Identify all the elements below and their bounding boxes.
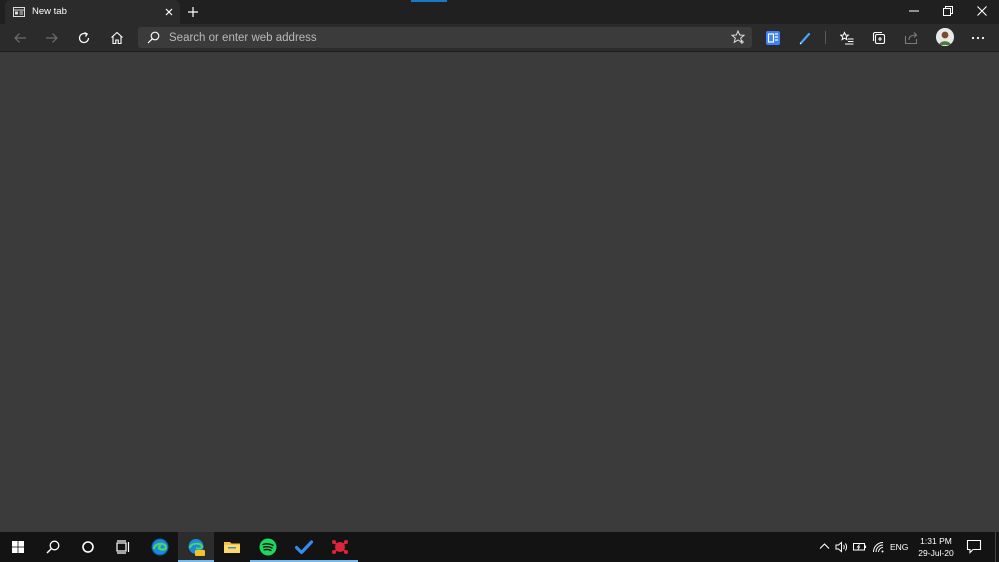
taskbar-edge-canary[interactable]: [178, 532, 214, 562]
more-button[interactable]: [968, 28, 988, 48]
collections-icon: [872, 31, 886, 45]
file-explorer-icon: [224, 542, 240, 553]
share-button[interactable]: [901, 28, 921, 48]
wifi-icon: [873, 542, 884, 553]
spotify-icon: [259, 538, 277, 556]
show-desktop-button[interactable]: [995, 532, 999, 562]
tab-strip: New tab: [0, 0, 999, 24]
task-view-button[interactable]: [105, 532, 141, 562]
cortana-icon: [82, 541, 94, 553]
language-indicator[interactable]: ENG: [890, 542, 908, 552]
minimize-icon: [909, 10, 919, 12]
taskbar-spotify[interactable]: [250, 532, 286, 562]
tab-new-tab[interactable]: New tab: [5, 0, 180, 24]
task-view-icon: [116, 540, 130, 554]
taskbar: ENG 1:31 PM 29-Jul-20: [0, 532, 999, 562]
share-icon: [904, 32, 918, 45]
taskbar-search-button[interactable]: [35, 532, 71, 562]
app-icon: [332, 540, 348, 554]
network-button[interactable]: [872, 541, 884, 553]
extension-icon: [766, 31, 780, 45]
close-tab-icon[interactable]: [163, 6, 175, 18]
pen-extension-icon: [799, 32, 811, 45]
address-bar[interactable]: [138, 27, 752, 48]
tab-title: New tab: [32, 6, 67, 17]
restore-button[interactable]: [931, 0, 965, 22]
volume-button[interactable]: [835, 541, 848, 553]
battery-charging-icon: [853, 543, 867, 551]
favorite-star-icon[interactable]: [730, 29, 746, 45]
browser-toolbar: [0, 24, 999, 52]
clock-time: 1:31 PM: [920, 536, 952, 546]
collections-button[interactable]: [869, 28, 889, 48]
address-input[interactable]: [169, 29, 709, 46]
new-tab-page-icon: [13, 6, 25, 18]
back-button[interactable]: [10, 28, 30, 48]
notification-icon: [966, 539, 982, 554]
toolbar-divider: [825, 31, 826, 44]
clock-date: 29-Jul-20: [918, 548, 954, 558]
back-icon: [14, 33, 26, 43]
todo-icon: [295, 540, 313, 555]
windows-start-icon: [12, 541, 24, 553]
restore-icon: [943, 6, 953, 16]
search-icon: [46, 540, 60, 554]
chevron-up-icon: [819, 543, 830, 549]
taskbar-todo[interactable]: [286, 532, 322, 562]
extension-button[interactable]: [763, 28, 783, 48]
favorites-button[interactable]: [837, 28, 857, 48]
cortana-button[interactable]: [70, 532, 106, 562]
loading-indicator: [411, 0, 447, 2]
volume-icon: [835, 541, 848, 553]
home-icon: [111, 31, 123, 45]
favorites-icon: [840, 31, 854, 45]
close-window-button[interactable]: [965, 0, 999, 22]
taskbar-file-explorer[interactable]: [214, 532, 250, 562]
edge-icon: [151, 538, 169, 556]
action-center-button[interactable]: [966, 539, 982, 554]
battery-button[interactable]: [853, 541, 867, 552]
taskbar-app[interactable]: [322, 532, 358, 562]
edge-canary-icon: [188, 539, 205, 556]
start-button[interactable]: [0, 532, 36, 562]
refresh-button[interactable]: [74, 28, 94, 48]
home-button[interactable]: [107, 28, 127, 48]
forward-icon: [46, 33, 58, 43]
new-tab-button[interactable]: [185, 4, 201, 20]
search-icon: [147, 31, 160, 44]
refresh-icon: [78, 31, 90, 44]
forward-button[interactable]: [42, 28, 62, 48]
profile-avatar[interactable]: [936, 28, 954, 46]
show-hidden-icons[interactable]: [819, 541, 830, 552]
close-icon: [977, 6, 987, 16]
page-content: [0, 52, 999, 532]
clock[interactable]: 1:31 PM 29-Jul-20: [912, 535, 960, 559]
pen-extension-button[interactable]: [795, 28, 815, 48]
minimize-button[interactable]: [897, 0, 931, 22]
more-icon: [971, 36, 985, 40]
taskbar-edge[interactable]: [142, 532, 178, 562]
